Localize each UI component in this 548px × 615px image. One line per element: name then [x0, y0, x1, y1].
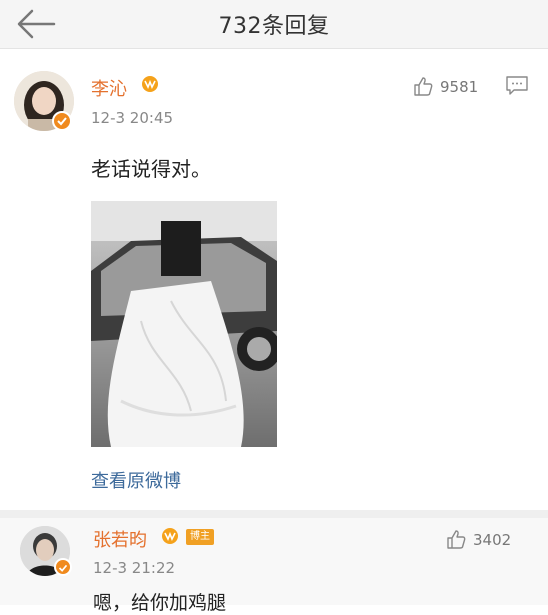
verified-badge-icon — [52, 111, 72, 131]
comment-text: 老话说得对。 — [91, 157, 211, 181]
timestamp: 12-3 20:45 — [91, 109, 174, 127]
divider — [0, 510, 548, 518]
thumbs-up-icon — [447, 530, 466, 549]
like-button[interactable]: 3402 — [445, 528, 525, 552]
username[interactable]: 李沁 — [91, 75, 127, 101]
timestamp: 12-3 21:22 — [93, 559, 176, 577]
comment-photo[interactable] — [91, 201, 277, 447]
verified-badge-icon — [54, 558, 72, 576]
host-badge: 博主 — [186, 529, 214, 545]
page-title: 732条回复 — [218, 14, 330, 39]
like-count: 9581 — [440, 78, 479, 96]
comment-icon — [506, 76, 528, 95]
comment-card: 张若昀 博主 12-3 21:22 3402 嗯，给你加鸡腿 — [0, 518, 548, 614]
thumbs-up-icon — [414, 77, 433, 96]
vip-icon — [140, 75, 160, 93]
like-count: 3402 — [473, 531, 512, 549]
comment-text: 嗯，给你加鸡腿 — [93, 592, 227, 614]
reply-button[interactable] — [505, 75, 529, 97]
username[interactable]: 张若昀 — [93, 526, 147, 552]
comment-card: 李沁 12-3 20:45 9581 老话说得对。 查看原微博 — [0, 49, 548, 510]
top-bar: 732条回复 — [0, 0, 548, 49]
like-button[interactable]: 9581 — [412, 75, 492, 99]
view-original-link[interactable]: 查看原微博 — [91, 467, 181, 493]
vip-icon — [160, 527, 180, 545]
